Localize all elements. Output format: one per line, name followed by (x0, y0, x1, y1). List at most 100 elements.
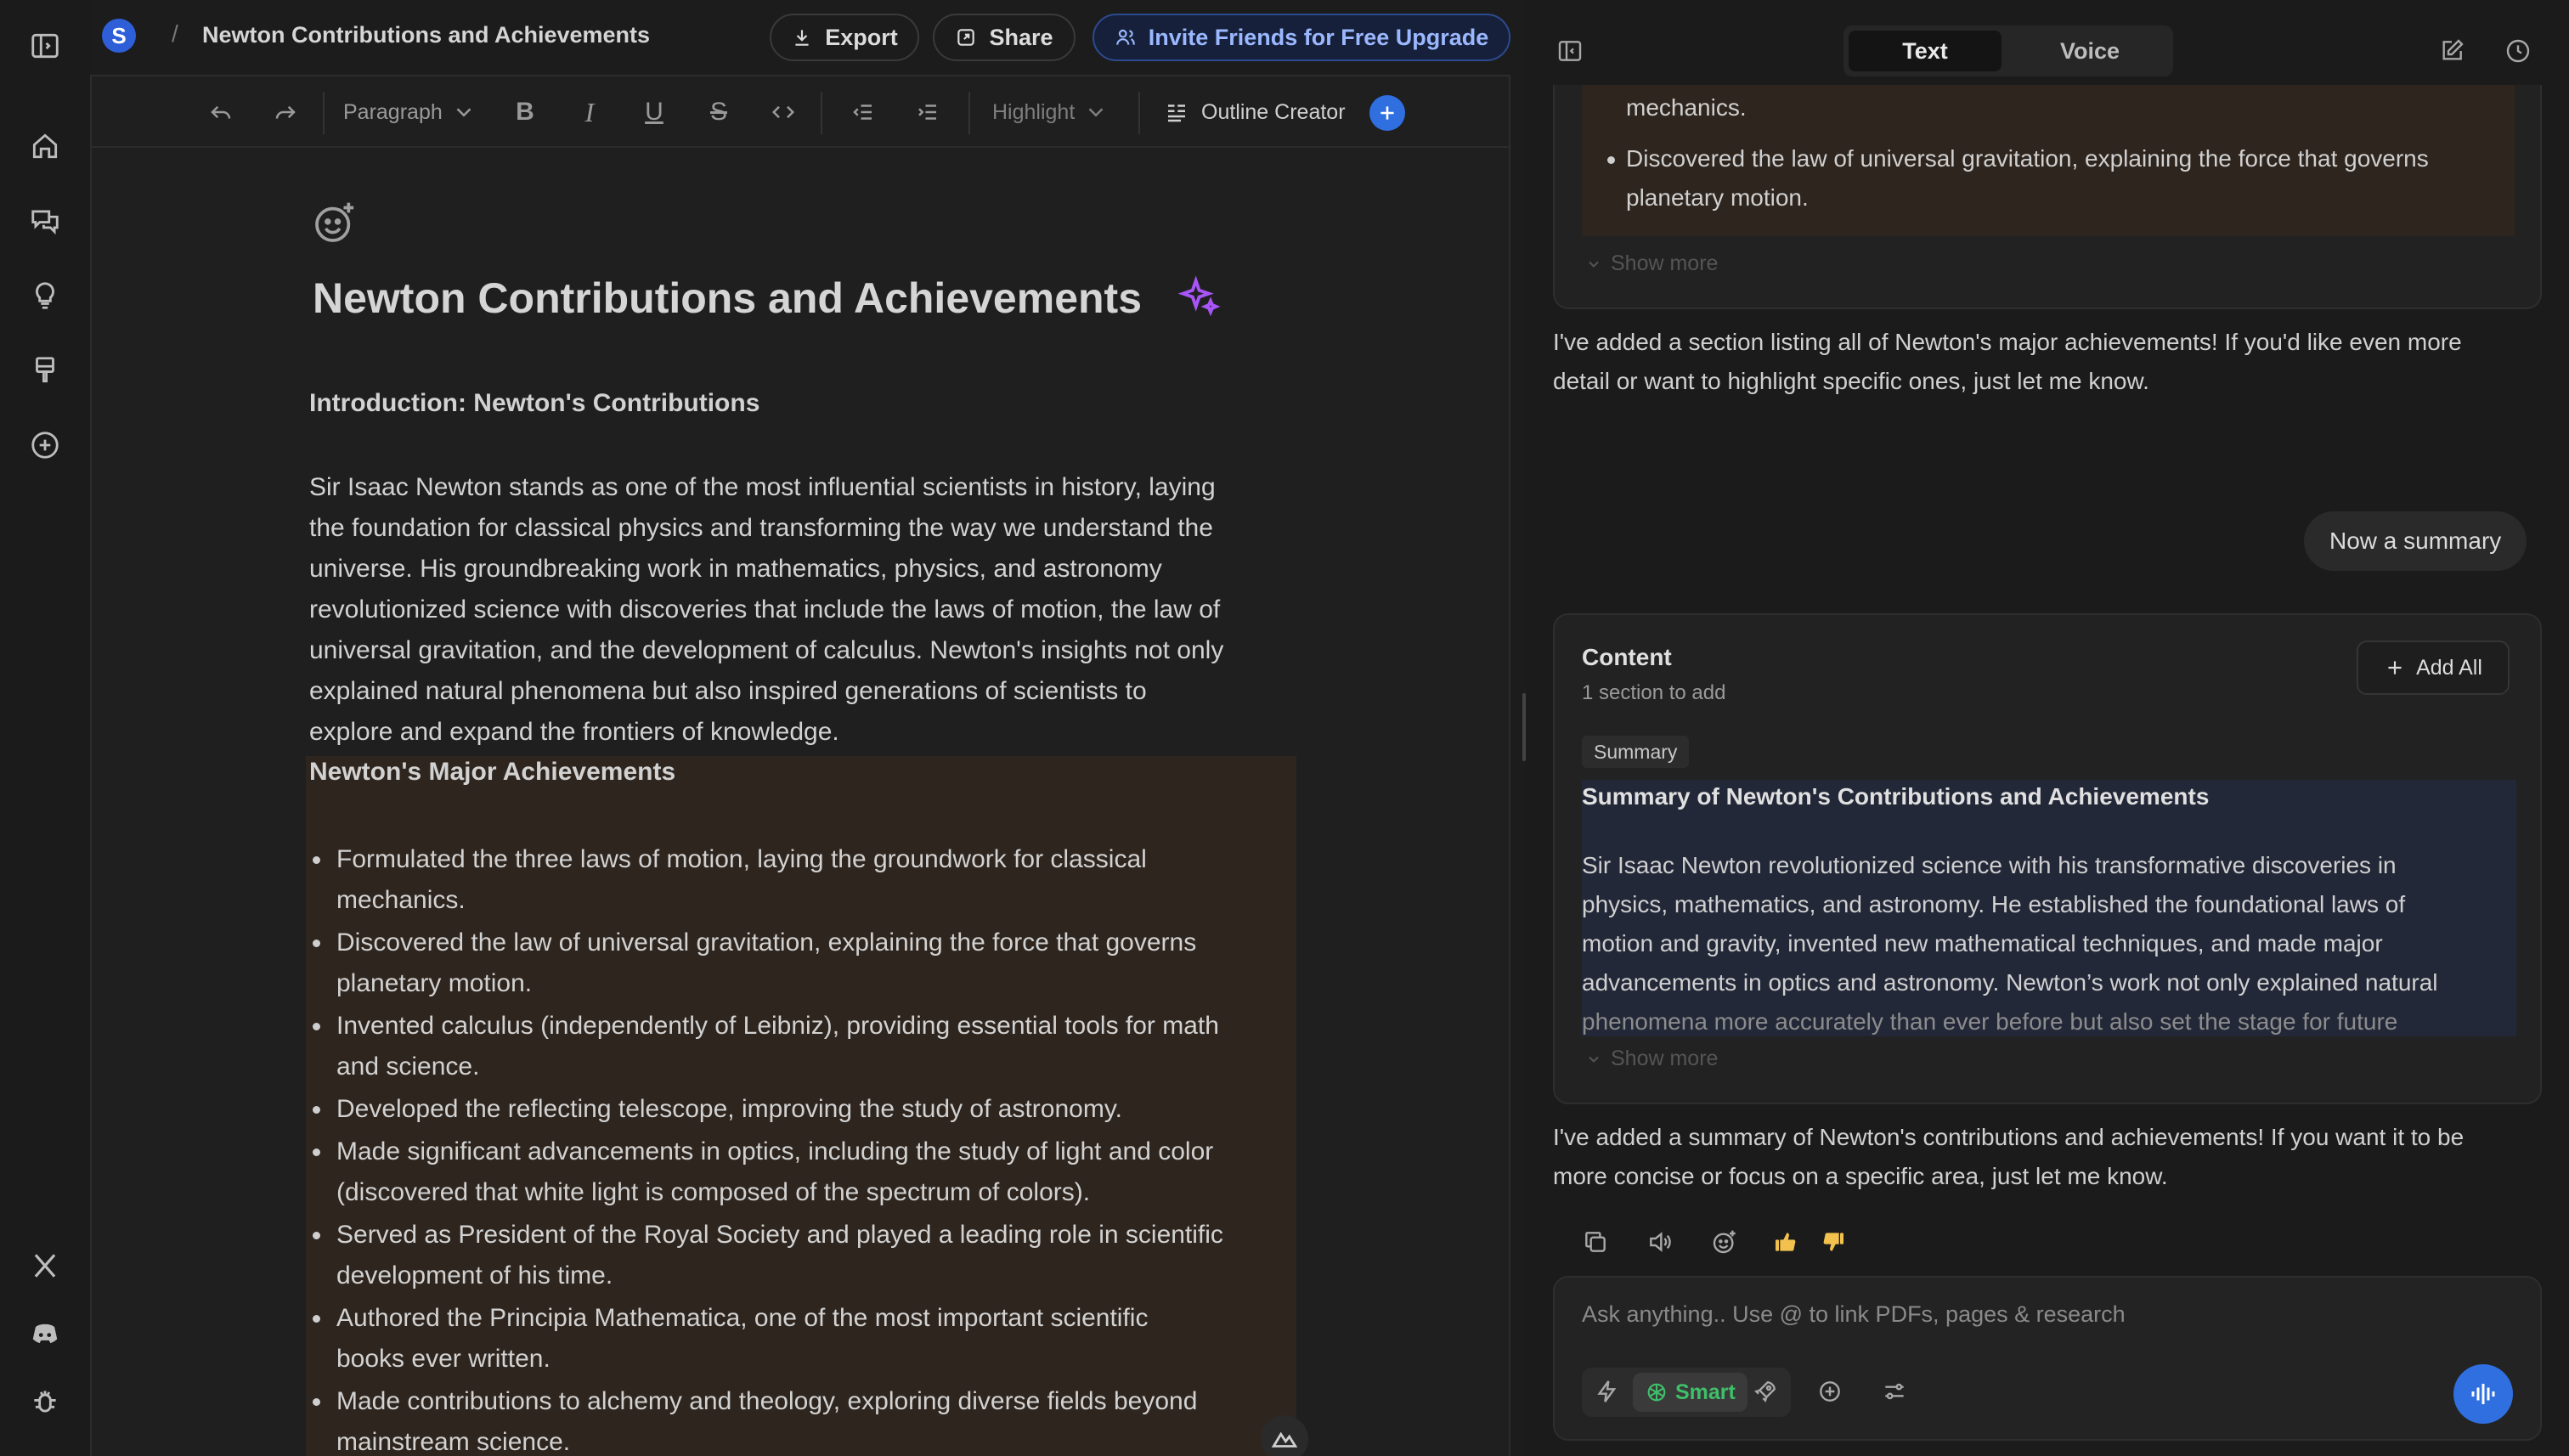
list-item[interactable]: Invented calculus (independently of Leib… (309, 1006, 1312, 1087)
list-item[interactable]: Made significant advancements in optics,… (309, 1132, 1312, 1213)
edit-note-icon[interactable] (2433, 32, 2470, 70)
smart-label: Smart (1675, 1380, 1736, 1404)
content-card-subtitle: 1 section to add (1582, 681, 1726, 704)
lightbulb-icon[interactable] (23, 274, 67, 318)
lightning-icon[interactable] (1589, 1373, 1626, 1410)
voice-input-button[interactable] (2453, 1364, 2513, 1424)
users-icon (1115, 26, 1137, 48)
sparkle-icon[interactable] (1177, 275, 1222, 319)
rocket-icon[interactable] (1747, 1373, 1784, 1410)
chevron-down-icon (451, 99, 477, 125)
summary-line: Sir Isaac Newton revolutionized science … (1582, 852, 2397, 878)
chats-icon[interactable] (23, 199, 67, 243)
thumbs-up-icon[interactable] (1767, 1223, 1804, 1261)
bullet (1607, 156, 1615, 164)
add-attachment-icon[interactable] (1811, 1373, 1849, 1410)
summary-line: physics, mathematics, and astronomy. He … (1582, 891, 2406, 917)
assistant-message: I've added a section listing all of Newt… (1553, 323, 2547, 401)
outline-creator-button[interactable]: Outline Creator (1164, 93, 1359, 131)
summary-section-text: Sir Isaac Newton revolutionized science … (1582, 846, 2516, 1036)
show-more-button[interactable]: Show more (1585, 251, 1718, 276)
outdent-icon[interactable] (844, 93, 882, 131)
list-item[interactable]: Made contributions to alchemy and theolo… (309, 1381, 1312, 1456)
settings-sliders-icon[interactable] (1876, 1373, 1913, 1410)
add-all-button[interactable]: Add All (2357, 641, 2510, 695)
add-block-button[interactable] (1369, 95, 1405, 131)
paragraph-line: explore and expand the frontiers of know… (309, 718, 839, 746)
section-tag: Summary (1582, 736, 1690, 768)
card-line: Discovered the law of universal gravitat… (1626, 145, 2429, 172)
list-item[interactable]: Discovered the law of universal gravitat… (309, 923, 1312, 1004)
thumbs-down-icon[interactable] (1815, 1223, 1852, 1261)
summary-line: advancements in optics and astronomy. Ne… (1582, 969, 2438, 996)
list-item-line: mechanics. (336, 886, 466, 914)
share-button[interactable]: Share (933, 14, 1076, 61)
brush-icon[interactable] (23, 348, 67, 392)
undo-icon[interactable] (202, 93, 240, 131)
home-icon[interactable] (23, 124, 67, 168)
invite-friends-button[interactable]: Invite Friends for Free Upgrade (1093, 14, 1510, 61)
show-more-button[interactable]: Show more (1585, 1047, 1718, 1071)
intro-heading[interactable]: Introduction: Newton's Contributions (309, 389, 759, 418)
copy-icon[interactable] (1577, 1223, 1614, 1261)
list-item-line: planetary motion. (336, 969, 533, 997)
paragraph-line: the foundation for classical physics and… (309, 514, 1213, 542)
collapse-panel-icon[interactable] (1551, 32, 1589, 70)
bold-icon[interactable]: B (506, 93, 544, 131)
list-item-line: development of his time. (336, 1261, 613, 1290)
indent-icon[interactable] (909, 93, 946, 131)
document-title[interactable]: Newton Contributions and Achievements (313, 274, 1142, 323)
paragraph-line: revolutionized science with discoveries … (309, 595, 1221, 624)
show-more-label: Show more (1611, 251, 1719, 275)
achievements-heading[interactable]: Newton's Major Achievements (309, 758, 675, 787)
list-item[interactable]: Authored the Principia Mathematica, one … (309, 1298, 1312, 1380)
summary-line: motion and gravity, invented new mathema… (1582, 930, 2383, 957)
toolbar-divider (323, 92, 325, 134)
brand-logo-icon[interactable] (1261, 1415, 1308, 1456)
summary-line: phenomena more accurately than ever befo… (1582, 1008, 2398, 1035)
add-circle-icon[interactable] (23, 423, 67, 467)
breadcrumb-page-title[interactable]: Newton Contributions and Achievements (202, 22, 650, 48)
chevron-down-icon (1083, 99, 1109, 125)
formatting-toolbar: Paragraph B I U S Highlight Outline Crea… (92, 75, 1509, 148)
editor-header: S / Newton Contributions and Achievement… (90, 0, 1510, 75)
soundwave-icon (2471, 1384, 2495, 1404)
list-item[interactable]: Developed the reflecting telescope, impr… (309, 1089, 1312, 1130)
paragraph-line: universal gravitation, and the developme… (309, 636, 1224, 664)
bug-icon[interactable] (23, 1380, 67, 1424)
code-icon[interactable] (765, 93, 802, 131)
list-item-line: and science. (336, 1052, 480, 1081)
list-item[interactable]: Formulated the three laws of motion, lay… (309, 839, 1312, 921)
discord-icon[interactable] (23, 1312, 67, 1356)
paragraph-line: Sir Isaac Newton stands as one of the mo… (309, 473, 1216, 501)
redo-icon[interactable] (267, 93, 304, 131)
highlight-select[interactable]: Highlight (992, 93, 1120, 131)
list-item[interactable]: Served as President of the Royal Society… (309, 1215, 1312, 1296)
export-label: Export (825, 24, 898, 50)
italic-icon[interactable]: I (571, 93, 608, 131)
strikethrough-icon[interactable]: S (700, 93, 737, 131)
chevron-down-icon (1589, 261, 1599, 268)
workspace-avatar[interactable]: S (102, 19, 136, 53)
outline-icon (1164, 99, 1189, 125)
chat-input[interactable]: Ask anything.. Use @ to link PDFs, pages… (1582, 1301, 2126, 1328)
speaker-icon[interactable] (1641, 1223, 1679, 1261)
tab-text[interactable]: Text (1849, 31, 2002, 71)
sidebar-toggle-icon[interactable] (23, 24, 67, 68)
underline-icon[interactable]: U (635, 93, 673, 131)
export-button[interactable]: Export (770, 14, 919, 61)
intro-paragraph[interactable]: Sir Isaac Newton stands as one of the mo… (309, 467, 1329, 753)
add-emoji-icon[interactable] (311, 199, 359, 246)
plus-icon (2388, 661, 2402, 674)
tab-voice[interactable]: Voice (2013, 31, 2166, 71)
breadcrumb-separator: / (172, 20, 178, 47)
add-reaction-icon[interactable] (1706, 1223, 1743, 1261)
chat-input-box: Ask anything.. Use @ to link PDFs, pages… (1553, 1276, 2542, 1441)
list-item-line: books ever written. (336, 1345, 550, 1373)
block-type-select[interactable]: Paragraph (343, 93, 496, 131)
history-clock-icon[interactable] (2499, 32, 2537, 70)
x-twitter-icon[interactable] (23, 1244, 67, 1288)
toolbar-divider (1138, 92, 1140, 134)
editor-pane: Paragraph B I U S Highlight Outline Crea… (90, 75, 1510, 1456)
smart-mode-button[interactable]: Smart (1633, 1373, 1747, 1412)
